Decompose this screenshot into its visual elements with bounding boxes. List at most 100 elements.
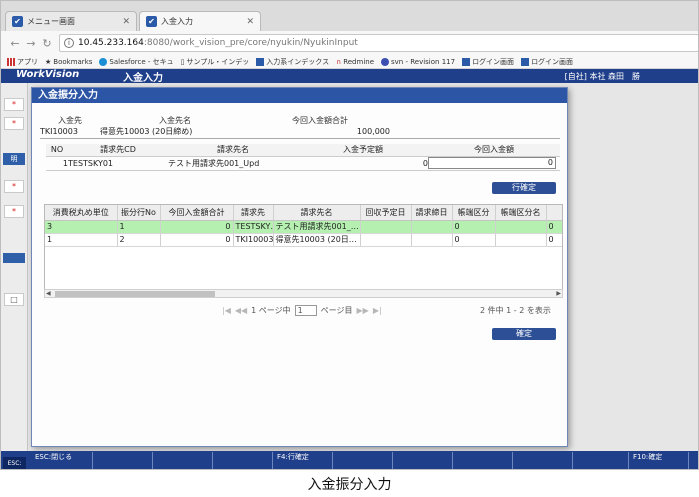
esc-close-button[interactable]: ESC:閉じる [31,452,93,469]
page-input[interactable]: 1 [294,305,317,316]
bookmark-salesforce[interactable]: Salesforce - セキュ [99,57,174,67]
fkey-empty[interactable] [453,452,513,469]
tab-label: 入金入力 [161,17,193,26]
prev-page-icon[interactable]: ◀◀ [235,306,247,315]
table-row[interactable]: 1 2 0 TKI10003 得意先10003 (20日… 0 0 [45,233,562,247]
next-page-icon[interactable]: ▶▶ [357,306,369,315]
bookmark-input-index[interactable]: 入力系インデックス [256,57,329,67]
col-closing-date[interactable]: 請求締日 [411,205,453,221]
col-credit[interactable]: 与信 [546,205,562,221]
required-mark: * [4,205,24,218]
forward-icon[interactable]: → [23,37,39,50]
f10-confirm-button[interactable]: F10:確定 [629,452,689,469]
payment-amount-input[interactable]: 0 [428,157,556,169]
col-chotan[interactable]: 帳端区分 [452,205,496,221]
dialog-title: 入金振分入力 [32,88,567,103]
browser-window: ✔ メニュー画面 ✕ ✔ 入金入力 ✕ ← → ↻ i 10.45.233.16… [0,0,699,470]
sidebar: * * 明 * * □ [1,83,28,455]
fkey-empty[interactable] [93,452,153,469]
close-icon[interactable]: ✕ [122,17,130,27]
tab-strip: ✔ メニュー画面 ✕ ✔ 入金入力 ✕ [1,1,698,31]
checkbox-icon [256,57,265,66]
f4-row-confirm-button[interactable]: F4:行確定 [273,452,333,469]
sidebar-tab[interactable]: 明 [3,153,25,165]
col-billto[interactable]: 請求先 [233,205,274,221]
figure-caption: 入金振分入力 [307,477,392,493]
back-icon[interactable]: ← [7,37,23,50]
user-info: [自社] 本社 森田 勝 [564,72,640,81]
allocation-table: 消費税丸め単位 振分行No 今回入金額合計 請求先 請求先名 回収予定日 請求締… [45,205,562,247]
tab-label: メニュー画面 [27,17,75,26]
required-mark: * [4,98,24,111]
url-path: :8080/work_vision_pre/core/nyukin/Nyukin… [143,38,358,48]
bookmark-redmine[interactable]: ∩ Redmine [336,58,374,66]
customer-code: TKI10003 [40,126,100,139]
url-bar[interactable]: i 10.45.233.164 :8080/work_vision_pre/co… [59,34,698,52]
tab-menu[interactable]: ✔ メニュー画面 ✕ [5,11,137,31]
billing-line-table: NO 請求先CD 請求先名 入金予定額 今回入金額 1 TESTSKY01 テス… [46,144,560,171]
redmine-icon: ∩ [336,57,342,66]
col-total[interactable]: 今回入金額合計 [160,205,234,221]
checkbox-icon: ✔ [12,16,23,27]
brand-logo: WorkVision [16,69,80,80]
col-chotan-name[interactable]: 帳端区分名 [495,205,547,221]
cloud-icon [99,57,108,66]
horizontal-scrollbar[interactable]: ◀ ▶ [44,289,563,298]
bookmark-svn[interactable]: svn - Revision 117 [381,57,455,66]
bookmark-login-2[interactable]: ログイン画面 [521,57,573,67]
checkbox-icon [521,57,530,66]
fkey-empty[interactable] [213,452,273,469]
col-billto-name[interactable]: 請求先名 [273,205,361,221]
fkey-empty[interactable] [513,452,573,469]
tab-nyukin[interactable]: ✔ 入金入力 ✕ [139,11,261,31]
address-row: ← → ↻ i 10.45.233.164 :8080/work_vision_… [1,31,698,55]
sidebar-tab[interactable] [3,253,25,263]
fkey-empty[interactable] [153,452,213,469]
table-row: 1 TESTSKY01 テスト用請求先001_Upd 0 0 [46,156,560,171]
col-due-date[interactable]: 回収予定日 [360,205,412,221]
checkbox-icon[interactable]: □ [4,293,24,306]
col-rounding[interactable]: 消費税丸め単位 [45,205,118,221]
bookmark-bookmarks[interactable]: ★ Bookmarks [45,58,92,66]
scroll-right-icon[interactable]: ▶ [556,290,561,298]
reload-icon[interactable]: ↻ [39,37,55,50]
app-area: WorkVision 入金入力 [自社] 本社 森田 勝 * * 明 * * □… [1,69,698,469]
col-billto-name: 請求先名 [168,144,298,157]
label-total: 今回入金額合計 [292,115,348,125]
label-customer: 入金先 [58,115,82,125]
col-no: NO [46,144,68,157]
page-icon: ▯ [180,57,185,66]
required-mark: * [4,180,24,193]
last-page-icon[interactable]: ▶| [373,306,382,315]
bookmark-apps[interactable]: アプリ [7,57,38,67]
scroll-left-icon[interactable]: ◀ [46,290,51,298]
confirm-row-button[interactable]: 行確定 [492,182,556,194]
app-header: WorkVision 入金入力 [自社] 本社 森田 勝 [1,69,698,84]
checkbox-icon [462,57,471,66]
close-icon[interactable]: ✕ [246,17,254,27]
col-line-no[interactable]: 振分行No [117,205,161,221]
first-page-icon[interactable]: |◀ [222,306,231,315]
label-customer-name: 入金先名 [159,115,191,125]
fkey-empty[interactable] [573,452,629,469]
table-row[interactable]: 3 1 0 TESTSKY… テスト用請求先001_… 0 0 [45,220,562,234]
apps-grid-icon [7,57,15,66]
page-title: 入金入力 [123,73,163,84]
col-billto-code: 請求先CD [68,144,168,157]
fkey-empty[interactable] [333,452,393,469]
fkey-empty[interactable] [393,452,453,469]
col-planned: 入金予定額 [298,144,428,157]
function-key-bar: ESC: ESC:閉じる F4:行確定 F10:確定 [1,451,698,469]
record-count: 2 件中 1 - 2 を表示 [480,306,551,315]
page-prefix: 1 ページ中 [251,306,291,315]
scrollbar-thumb[interactable] [55,291,215,297]
bookmarks-bar: アプリ ★ Bookmarks Salesforce - セキュ ▯ サンプル・イン… [1,55,698,69]
esc-mini-button[interactable]: ESC: [3,457,26,469]
bookmark-login-1[interactable]: ログイン画面 [462,57,514,67]
bookmark-sample[interactable]: ▯ サンプル・インデッ [181,57,250,67]
billto-code: TESTSKY01 [68,156,168,171]
checkbox-icon: ✔ [146,16,157,27]
confirm-button[interactable]: 確定 [492,328,556,340]
info-icon[interactable]: i [64,38,74,48]
billto-name: テスト用請求先001_Upd [168,156,298,171]
